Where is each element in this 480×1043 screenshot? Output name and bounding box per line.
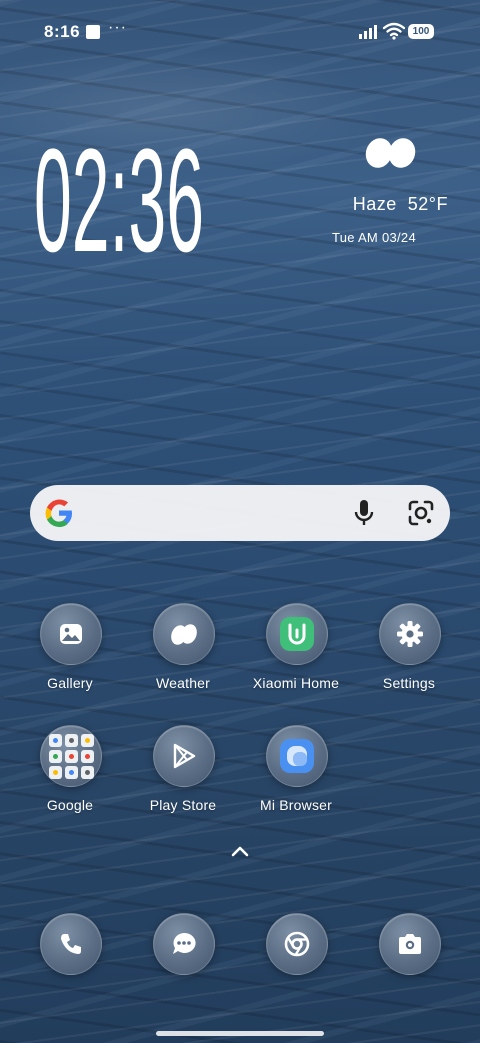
chrome-icon[interactable] — [266, 913, 328, 975]
google-lens-icon[interactable] — [406, 498, 436, 528]
chevron-up-icon[interactable] — [226, 842, 254, 860]
messages-icon[interactable] — [153, 913, 215, 975]
weather-summary[interactable]: Haze 52°F — [300, 194, 448, 215]
camera-icon[interactable] — [379, 913, 441, 975]
play-store-label: Play Store — [149, 797, 217, 813]
google-g-icon[interactable] — [42, 496, 76, 530]
phone-icon[interactable] — [40, 913, 102, 975]
weather-temperature: 52°F — [407, 194, 448, 214]
gesture-nav-handle[interactable] — [156, 1031, 324, 1036]
gear-icon[interactable] — [379, 603, 441, 665]
mi-browser-label: Mi Browser — [259, 797, 332, 813]
clock-widget[interactable]: 02:36 — [34, 104, 234, 283]
notification-square-icon — [86, 25, 100, 39]
google-folder-label: Google — [46, 797, 94, 813]
wifi-icon — [382, 22, 406, 40]
status-bar: 8:16 ··· 100 — [0, 0, 480, 64]
weather-app-icon[interactable] — [153, 603, 215, 665]
xiaomi-home-icon[interactable] — [266, 603, 328, 665]
folder-preview-grid — [48, 733, 94, 779]
more-notifications-icon: ··· — [108, 19, 127, 36]
google-search-bar[interactable] — [30, 485, 450, 541]
play-store-icon[interactable] — [153, 725, 215, 787]
status-time: 8:16 — [44, 22, 81, 41]
mi-browser-icon[interactable] — [266, 725, 328, 787]
google-folder-icon[interactable] — [40, 725, 102, 787]
signal-icon — [359, 25, 379, 39]
weather-date: Tue AM 03/24 — [331, 230, 416, 245]
weather-condition: Haze — [352, 194, 397, 214]
clock-time: 02:36 — [34, 120, 204, 283]
gallery-icon[interactable] — [40, 603, 102, 665]
xiaomi-home-label: Xiaomi Home — [252, 675, 340, 691]
gallery-label: Gallery — [47, 675, 93, 691]
microphone-icon[interactable] — [350, 498, 378, 528]
settings-label: Settings — [382, 675, 436, 691]
weather-label: Weather — [155, 675, 211, 691]
battery-indicator: 100 — [408, 24, 434, 39]
haze-weather-icon[interactable] — [362, 134, 420, 172]
